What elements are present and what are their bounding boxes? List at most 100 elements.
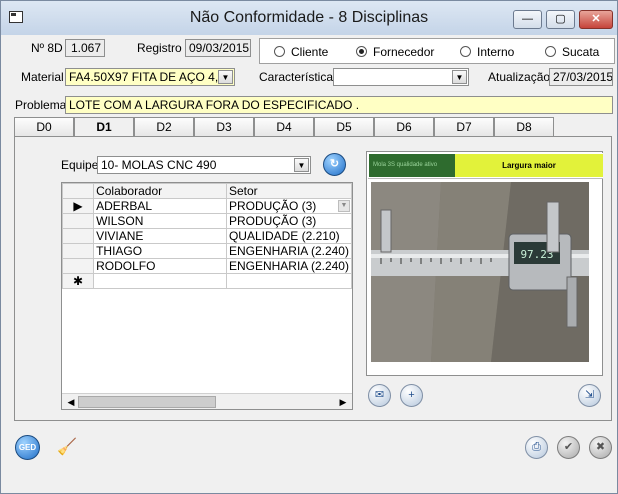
minimize-button[interactable]: — bbox=[513, 10, 542, 29]
caracteristica-label: Característica bbox=[259, 70, 334, 84]
problema-field[interactable]: LOTE COM A LARGURA FORA DO ESPECIFICADO … bbox=[65, 96, 613, 114]
registro-label: Registro bbox=[137, 41, 182, 55]
print-icon: ⎙ bbox=[532, 441, 541, 453]
n8d-field[interactable]: 1.067 bbox=[65, 39, 105, 57]
row-indicator[interactable] bbox=[62, 228, 95, 244]
evidence-photo-frame: Mola 3S qualidade ativo Largura maior 97… bbox=[366, 151, 603, 376]
radio-sucata[interactable]: Sucata bbox=[545, 45, 599, 59]
tab-d7[interactable]: D7 bbox=[434, 117, 494, 137]
setor-cell[interactable]: ENGENHARIA (2.240) bbox=[225, 258, 352, 274]
email-photo-button[interactable]: ✉ bbox=[368, 384, 391, 407]
radio-sucata-dot bbox=[545, 46, 556, 57]
setor-cell[interactable]: PRODUÇÃO (3) bbox=[225, 213, 352, 229]
colaborador-cell[interactable]: ADERBAL bbox=[93, 198, 227, 214]
registro-field[interactable]: 09/03/2015 bbox=[185, 39, 251, 57]
material-dropdown-icon[interactable]: ▼ bbox=[218, 70, 233, 84]
setor-dropdown-icon[interactable]: ▼ bbox=[338, 200, 350, 212]
setor-header[interactable]: Setor bbox=[225, 183, 352, 199]
table-row[interactable]: THIAGO ENGENHARIA (2.240) bbox=[62, 243, 352, 259]
add-photo-button[interactable]: + bbox=[400, 384, 423, 407]
mail-icon: ✉ bbox=[374, 389, 385, 401]
atualizacao-field[interactable]: 27/03/2015 bbox=[549, 68, 613, 86]
print-button[interactable]: ⎙ bbox=[525, 436, 548, 459]
n8d-label: Nº 8D bbox=[31, 41, 63, 55]
material-select[interactable]: FA4.50X97 FITA DE AÇO 4,50 ▼ bbox=[65, 68, 235, 86]
table-row[interactable]: ▶ ADERBAL PRODUÇÃO (3) ▼ bbox=[62, 198, 352, 214]
tab-d0[interactable]: D0 bbox=[14, 117, 74, 137]
setor-cell[interactable]: ENGENHARIA (2.240) bbox=[225, 243, 352, 259]
radio-cliente-dot bbox=[274, 46, 285, 57]
new-row-indicator[interactable]: ✱ bbox=[62, 273, 95, 289]
clear-form-button[interactable]: 🧹 bbox=[57, 437, 77, 457]
colaborador-cell[interactable]: WILSON bbox=[93, 213, 227, 229]
caracteristica-select[interactable]: ▼ bbox=[333, 68, 469, 86]
new-row[interactable]: ✱ bbox=[62, 273, 352, 289]
material-value: FA4.50X97 FITA DE AÇO 4,50 bbox=[69, 70, 232, 84]
confirm-button[interactable]: ✔ bbox=[557, 436, 580, 459]
scroll-right-icon[interactable]: ▶ bbox=[336, 396, 350, 408]
setor-cell[interactable]: QUALIDADE (2.210) bbox=[225, 228, 352, 244]
radio-cliente[interactable]: Cliente bbox=[274, 45, 328, 59]
caliper-photo-image: 97.23 bbox=[371, 182, 589, 362]
maximize-button[interactable]: ▢ bbox=[546, 10, 575, 29]
tab-d6[interactable]: D6 bbox=[374, 117, 434, 137]
radio-interno[interactable]: Interno bbox=[460, 45, 514, 59]
tab-d8[interactable]: D8 bbox=[494, 117, 554, 137]
tab-d3[interactable]: D3 bbox=[194, 117, 254, 137]
radio-sucata-label: Sucata bbox=[562, 45, 600, 59]
equipe-value: 10- MOLAS CNC 490 bbox=[101, 158, 217, 172]
add-image-icon: + bbox=[408, 389, 415, 401]
grid-horizontal-scrollbar[interactable]: ◀ ▶ bbox=[62, 393, 352, 409]
setor-cell[interactable] bbox=[225, 273, 352, 289]
cancel-icon: ✖ bbox=[595, 441, 606, 453]
tab-d4[interactable]: D4 bbox=[254, 117, 314, 137]
photo-banner: Mola 3S qualidade ativo Largura maior bbox=[368, 153, 603, 179]
radio-cliente-label: Cliente bbox=[291, 45, 329, 59]
main-window: Não Conformidade - 8 Disciplinas — ▢ ✕ N… bbox=[0, 0, 618, 494]
cancel-button[interactable]: ✖ bbox=[589, 436, 612, 459]
row-indicator[interactable] bbox=[62, 258, 95, 274]
export-photo-button[interactable]: ⇲ bbox=[578, 384, 601, 407]
caracteristica-dropdown-icon[interactable]: ▼ bbox=[452, 70, 467, 84]
radio-fornecedor-dot bbox=[356, 46, 367, 57]
photo-banner-left: Mola 3S qualidade ativo bbox=[369, 154, 455, 177]
title-bar: Não Conformidade - 8 Disciplinas — ▢ ✕ bbox=[1, 1, 617, 35]
equipe-dropdown-icon[interactable]: ▼ bbox=[294, 158, 309, 172]
radio-fornecedor-label: Fornecedor bbox=[373, 45, 435, 59]
colaborador-cell[interactable]: VIVIANE bbox=[93, 228, 227, 244]
colaborador-cell[interactable]: RODOLFO bbox=[93, 258, 227, 274]
colaborador-cell[interactable]: THIAGO bbox=[93, 243, 227, 259]
equipe-select[interactable]: 10- MOLAS CNC 490 ▼ bbox=[97, 156, 311, 174]
refresh-icon: ↻ bbox=[329, 158, 340, 170]
setor-cell[interactable]: PRODUÇÃO (3) ▼ bbox=[225, 198, 352, 214]
ged-button[interactable]: GED bbox=[15, 435, 40, 460]
radio-interno-dot bbox=[460, 46, 471, 57]
team-grid: Colaborador Setor ▶ ADERBAL PRODUÇÃO (3)… bbox=[61, 182, 353, 410]
refresh-team-button[interactable]: ↻ bbox=[323, 153, 346, 176]
tab-d1[interactable]: D1 bbox=[74, 117, 134, 138]
row-indicator[interactable] bbox=[62, 213, 95, 229]
colaborador-header[interactable]: Colaborador bbox=[93, 183, 227, 199]
colaborador-cell[interactable] bbox=[93, 273, 227, 289]
row-indicator[interactable] bbox=[62, 243, 95, 259]
close-button[interactable]: ✕ bbox=[579, 10, 613, 29]
origin-radio-group: Cliente Fornecedor Interno Sucata bbox=[259, 38, 615, 64]
scroll-thumb[interactable] bbox=[78, 396, 216, 408]
grid-header-row: Colaborador Setor bbox=[62, 183, 352, 199]
ged-icon: GED bbox=[18, 443, 37, 452]
tab-d5[interactable]: D5 bbox=[314, 117, 374, 137]
radio-fornecedor[interactable]: Fornecedor bbox=[356, 45, 434, 59]
evidence-photo[interactable]: 97.23 bbox=[371, 182, 589, 362]
setor-cell-value: PRODUÇÃO (3) bbox=[228, 199, 317, 213]
atualizacao-label: Atualização bbox=[488, 70, 551, 84]
equipe-label: Equipe bbox=[61, 158, 99, 172]
photo-banner-right: Largura maior bbox=[455, 154, 603, 177]
row-indicator[interactable]: ▶ bbox=[62, 198, 95, 214]
table-row[interactable]: WILSON PRODUÇÃO (3) bbox=[62, 213, 352, 229]
table-row[interactable]: VIVIANE QUALIDADE (2.210) bbox=[62, 228, 352, 244]
check-icon: ✔ bbox=[563, 441, 574, 453]
table-row[interactable]: RODOLFO ENGENHARIA (2.240) bbox=[62, 258, 352, 274]
scroll-left-icon[interactable]: ◀ bbox=[64, 396, 78, 408]
tab-d2[interactable]: D2 bbox=[134, 117, 194, 137]
problema-label: Problema bbox=[15, 98, 67, 112]
